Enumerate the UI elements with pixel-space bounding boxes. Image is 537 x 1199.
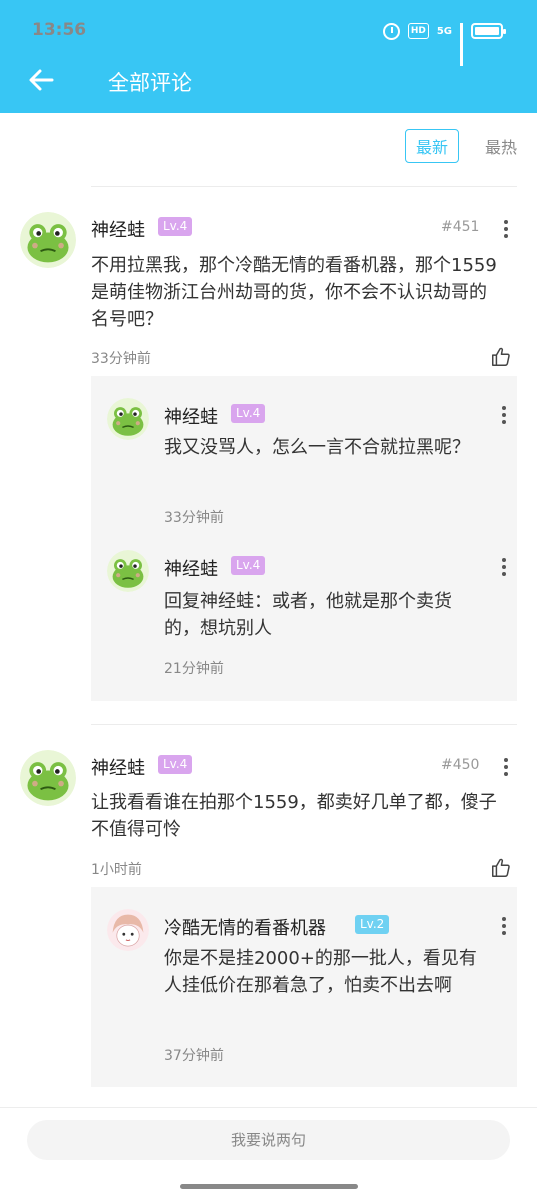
more-options-icon[interactable] — [500, 405, 508, 425]
comment-time: 33分钟前 — [91, 351, 151, 367]
reply-list: 冷酷无情的看番机器 Lv.2 你是不是挂2000+的那一批人，看见有人挂低价在那… — [91, 887, 517, 1087]
avatar[interactable] — [107, 550, 149, 592]
frog-avatar-icon — [107, 550, 149, 592]
reply-text: 回复神经蛙：或者，他就是那个卖货的，想坑别人 — [164, 591, 452, 639]
floor-number: #450 — [441, 757, 480, 773]
level-badge: Lv.2 — [355, 915, 390, 934]
reply-time: 37分钟前 — [164, 1048, 224, 1064]
level-badge: Lv.4 — [158, 217, 193, 236]
level-badge: Lv.4 — [158, 755, 193, 774]
reply-time: 33分钟前 — [164, 510, 224, 526]
more-options-icon[interactable] — [502, 219, 510, 239]
home-indicator[interactable] — [180, 1184, 358, 1189]
level-badge: Lv.4 — [231, 404, 266, 423]
frog-avatar-icon — [107, 398, 149, 440]
comment-author[interactable]: 神经蛙 — [91, 216, 145, 242]
frog-avatar-icon — [20, 212, 76, 268]
girl-avatar-icon — [107, 909, 149, 951]
more-options-icon[interactable] — [500, 916, 508, 936]
reply-text: 你是不是挂2000+的那一批人，看见有人挂低价在那着急了，怕卖不出去啊 — [164, 948, 477, 996]
like-icon[interactable] — [490, 346, 512, 368]
comment-text: 不用拉黑我，那个冷酷无情的看番机器，那个1559是萌佳物浙江台州劫哥的货，你不会… — [91, 255, 497, 330]
comment-time: 1小时前 — [91, 862, 142, 878]
divider — [91, 724, 517, 725]
signal-icon — [460, 23, 463, 66]
avatar[interactable] — [20, 750, 76, 806]
tab-latest[interactable]: 最新 — [404, 129, 459, 163]
comment-input[interactable]: 我要说两句 — [27, 1120, 510, 1160]
app-header: 13:56 HD 5G 全部评论 — [0, 0, 537, 113]
tab-hottest[interactable]: 最热 — [485, 134, 517, 158]
reply-author[interactable]: 神经蛙 — [164, 555, 218, 581]
more-options-icon[interactable] — [502, 757, 510, 777]
alarm-icon — [382, 22, 400, 40]
comment-composer-bar: 我要说两句 — [0, 1107, 537, 1199]
more-options-icon[interactable] — [500, 557, 508, 577]
reply-list: 神经蛙 Lv.4 我又没骂人，怎么一言不合就拉黑呢？ 33分钟前 神经蛙 Lv.… — [91, 376, 517, 701]
back-button[interactable] — [26, 64, 58, 96]
floor-number: #451 — [441, 219, 480, 235]
status-icons: HD 5G — [382, 20, 506, 66]
avatar[interactable] — [107, 398, 149, 440]
reply-author[interactable]: 冷酷无情的看番机器 — [164, 914, 326, 940]
status-bar: 13:56 HD 5G — [0, 0, 537, 66]
comment-author[interactable]: 神经蛙 — [91, 754, 145, 780]
avatar[interactable] — [107, 909, 149, 951]
reply-text: 我又没骂人，怎么一言不合就拉黑呢？ — [164, 437, 470, 458]
divider — [91, 186, 517, 187]
avatar[interactable] — [20, 212, 76, 268]
frog-avatar-icon — [20, 750, 76, 806]
network-type: 5G — [436, 25, 452, 37]
arrow-left-icon — [29, 69, 54, 91]
sort-tabs: 最新 最热 — [404, 129, 517, 163]
page-title: 全部评论 — [108, 71, 192, 95]
comment-text: 让我看看谁在拍那个1559，都卖好几单了都，傻子不值得可怜 — [91, 792, 497, 840]
status-time: 13:56 — [32, 20, 87, 40]
hd-icon: HD — [407, 23, 429, 39]
level-badge: Lv.4 — [231, 556, 266, 575]
reply-time: 21分钟前 — [164, 661, 224, 677]
battery-icon — [471, 23, 506, 39]
like-icon[interactable] — [490, 857, 512, 879]
reply-author[interactable]: 神经蛙 — [164, 403, 218, 429]
